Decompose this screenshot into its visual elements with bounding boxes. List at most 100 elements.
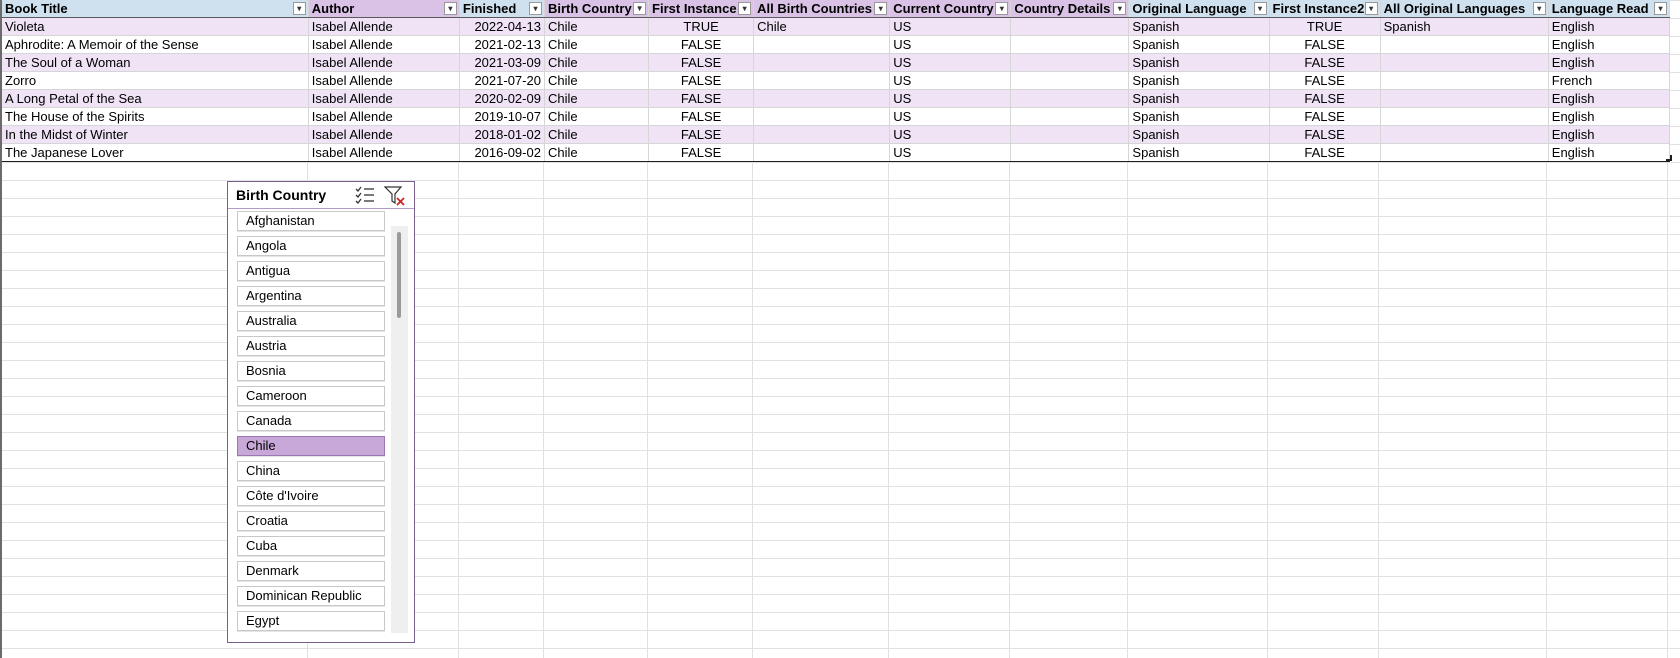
table-cell[interactable]: 2019-10-07 xyxy=(459,107,545,126)
dropdown-arrow-icon[interactable]: ▾ xyxy=(1253,2,1267,15)
table-cell[interactable]: Chile xyxy=(544,17,650,36)
table-cell[interactable]: FALSE xyxy=(1269,35,1381,54)
table-cell[interactable]: US xyxy=(889,35,1012,54)
slicer-item[interactable]: Argentina xyxy=(237,286,385,306)
table-cell[interactable]: FALSE xyxy=(648,125,755,144)
table-cell[interactable]: Spanish xyxy=(1128,107,1270,126)
table-cell[interactable]: US xyxy=(889,89,1012,108)
slicer-item[interactable]: Canada xyxy=(237,411,385,431)
table-cell[interactable]: Spanish xyxy=(1128,125,1270,144)
table-cell[interactable]: TRUE xyxy=(648,17,755,36)
dropdown-arrow-icon[interactable]: ▾ xyxy=(1532,2,1546,15)
slicer-item[interactable]: Denmark xyxy=(237,561,385,581)
table-cell[interactable] xyxy=(1380,89,1549,108)
table-cell[interactable]: English xyxy=(1548,35,1671,54)
slicer-item[interactable]: Australia xyxy=(237,311,385,331)
table-cell[interactable]: Spanish xyxy=(1380,17,1549,36)
slicer-item[interactable]: Chile xyxy=(237,436,385,456)
table-cell[interactable]: FALSE xyxy=(1269,143,1381,162)
table-cell[interactable] xyxy=(1380,125,1549,144)
table-cell[interactable]: Spanish xyxy=(1128,53,1270,72)
table-cell[interactable]: Spanish xyxy=(1128,89,1270,108)
table-cell[interactable]: 2021-07-20 xyxy=(459,71,545,90)
table-cell[interactable]: The Japanese Lover xyxy=(2,143,309,162)
table-cell[interactable]: The Soul of a Woman xyxy=(2,53,309,72)
table-cell[interactable]: FALSE xyxy=(1269,53,1381,72)
dropdown-arrow-icon[interactable]: ▾ xyxy=(738,2,752,15)
table-resize-handle[interactable] xyxy=(1666,155,1672,161)
table-cell[interactable]: Chile xyxy=(544,35,650,54)
table-cell[interactable]: TRUE xyxy=(1269,17,1381,36)
table-cell[interactable]: English xyxy=(1548,125,1671,144)
slicer-item[interactable]: Cuba xyxy=(237,536,385,556)
slicer-item[interactable]: Dominican Republic xyxy=(237,586,385,606)
table-cell[interactable]: English xyxy=(1548,53,1671,72)
slicer-item[interactable]: Croatia xyxy=(237,511,385,531)
table-cell[interactable]: The House of the Spirits xyxy=(2,107,309,126)
table-cell[interactable]: English xyxy=(1548,143,1671,162)
dropdown-arrow-icon[interactable]: ▾ xyxy=(1654,2,1667,15)
dropdown-arrow-icon[interactable]: ▾ xyxy=(528,2,542,15)
slicer-item[interactable]: Côte d'Ivoire xyxy=(237,486,385,506)
table-cell[interactable]: Spanish xyxy=(1128,17,1270,36)
table-cell[interactable] xyxy=(1010,107,1130,126)
table-cell[interactable]: US xyxy=(889,143,1012,162)
table-cell[interactable]: 2016-09-02 xyxy=(459,143,545,162)
dropdown-arrow-icon[interactable]: ▾ xyxy=(443,2,457,15)
table-cell[interactable] xyxy=(1380,143,1549,162)
table-cell[interactable]: 2021-03-09 xyxy=(459,53,545,72)
slicer-item[interactable]: Afghanistan xyxy=(237,211,385,231)
table-cell[interactable]: FALSE xyxy=(1269,125,1381,144)
table-cell[interactable]: FALSE xyxy=(1269,89,1381,108)
table-cell[interactable] xyxy=(1010,35,1130,54)
table-cell[interactable]: 2020-02-09 xyxy=(459,89,545,108)
table-cell[interactable]: US xyxy=(889,71,1012,90)
dropdown-arrow-icon[interactable]: ▾ xyxy=(1364,2,1378,15)
table-cell[interactable] xyxy=(753,143,891,162)
table-cell[interactable]: US xyxy=(889,17,1012,36)
table-cell[interactable]: FALSE xyxy=(648,71,755,90)
table-cell[interactable]: 2022-04-13 xyxy=(459,17,545,36)
table-cell[interactable]: Spanish xyxy=(1128,143,1270,162)
table-cell[interactable]: English xyxy=(1548,107,1671,126)
table-cell[interactable]: Isabel Allende xyxy=(308,71,460,90)
table-cell[interactable]: 2021-02-13 xyxy=(459,35,545,54)
table-cell[interactable] xyxy=(1380,35,1549,54)
table-cell[interactable]: 2018-01-02 xyxy=(459,125,545,144)
table-cell[interactable]: Chile xyxy=(544,71,650,90)
table-cell[interactable]: Spanish xyxy=(1128,35,1270,54)
table-cell[interactable]: Chile xyxy=(544,89,650,108)
table-cell[interactable]: Isabel Allende xyxy=(308,125,460,144)
table-cell[interactable] xyxy=(1010,71,1130,90)
table-cell[interactable]: Chile xyxy=(544,107,650,126)
multi-select-icon[interactable] xyxy=(355,186,375,204)
table-cell[interactable]: Spanish xyxy=(1128,71,1270,90)
table-cell[interactable]: English xyxy=(1548,89,1671,108)
table-cell[interactable]: Zorro xyxy=(2,71,309,90)
dropdown-arrow-icon[interactable]: ▾ xyxy=(292,2,306,15)
table-cell[interactable]: US xyxy=(889,125,1012,144)
table-cell[interactable]: Isabel Allende xyxy=(308,35,460,54)
slicer-scrollbar[interactable] xyxy=(391,226,408,633)
table-cell[interactable]: English xyxy=(1548,17,1671,36)
table-cell[interactable]: FALSE xyxy=(1269,71,1381,90)
clear-filter-icon[interactable] xyxy=(383,186,405,206)
table-cell[interactable] xyxy=(1010,53,1130,72)
slicer-item[interactable]: Cameroon xyxy=(237,386,385,406)
slicer-item[interactable]: Bosnia xyxy=(237,361,385,381)
table-cell[interactable] xyxy=(1010,143,1130,162)
table-cell[interactable]: Isabel Allende xyxy=(308,143,460,162)
dropdown-arrow-icon[interactable]: ▾ xyxy=(995,2,1009,15)
slicer-scroll-thumb[interactable] xyxy=(397,232,401,318)
table-cell[interactable]: Chile xyxy=(544,143,650,162)
table-cell[interactable]: Violeta xyxy=(2,17,309,36)
table-cell[interactable]: Isabel Allende xyxy=(308,107,460,126)
table-cell[interactable]: Aphrodite: A Memoir of the Sense xyxy=(2,35,309,54)
slicer-item[interactable]: China xyxy=(237,461,385,481)
slicer-item[interactable]: Austria xyxy=(237,336,385,356)
slicer-item[interactable]: Egypt xyxy=(237,611,385,631)
table-cell[interactable]: Isabel Allende xyxy=(308,17,460,36)
slicer-item[interactable]: Angola xyxy=(237,236,385,256)
table-cell[interactable]: In the Midst of Winter xyxy=(2,125,309,144)
table-cell[interactable]: FALSE xyxy=(1269,107,1381,126)
